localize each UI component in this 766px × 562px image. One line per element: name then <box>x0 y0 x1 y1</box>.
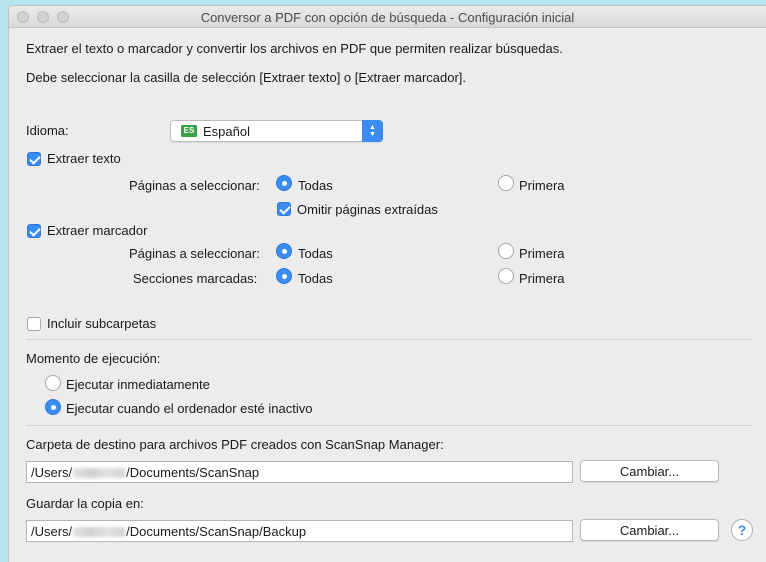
run-when-idle-label: Ejecutar cuando el ordenador esté inacti… <box>66 401 313 416</box>
window-title: Conversor a PDF con opción de búsqueda -… <box>200 10 575 25</box>
language-label: Idioma: <box>26 123 69 138</box>
destination-path-field[interactable]: /Users/ /Documents/ScanSnap <box>26 461 573 483</box>
bookmark-sections-first-radio[interactable] <box>498 268 514 284</box>
bookmark-pages-first-label: Primera <box>519 246 565 261</box>
extract-text-pages-first-radio[interactable] <box>498 175 514 191</box>
intro-line-1: Extraer el texto o marcador y convertir … <box>26 41 563 56</box>
bookmark-sections-first-label: Primera <box>519 271 565 286</box>
redacted-username <box>73 468 126 478</box>
redacted-username <box>73 527 126 537</box>
destination-label: Carpeta de destino para archivos PDF cre… <box>26 437 444 452</box>
bookmark-pages-all-radio[interactable] <box>276 243 292 259</box>
extract-text-pages-all-label: Todas <box>298 178 333 193</box>
run-immediately-radio[interactable] <box>45 375 61 391</box>
extract-bookmark-checkbox[interactable] <box>27 224 41 238</box>
bookmark-sections-all-label: Todas <box>298 271 333 286</box>
include-subfolders-checkbox[interactable] <box>27 317 41 331</box>
destination-change-button[interactable]: Cambiar... <box>580 460 719 482</box>
destination-path-prefix: /Users/ <box>31 465 73 480</box>
backup-label: Guardar la copia en: <box>26 496 144 511</box>
bookmark-pages-first-radio[interactable] <box>498 243 514 259</box>
bookmark-sections-all-radio[interactable] <box>276 268 292 284</box>
backup-path-field[interactable]: /Users/ /Documents/ScanSnap/Backup <box>26 520 573 542</box>
extract-bookmark-label: Extraer marcador <box>47 223 148 238</box>
destination-path-suffix: /Documents/ScanSnap <box>126 465 260 480</box>
separator <box>26 425 752 426</box>
omit-extracted-pages-label: Omitir páginas extraídas <box>297 202 438 217</box>
extract-text-checkbox[interactable] <box>27 152 41 166</box>
extract-text-pages-label: Páginas a seleccionar: <box>129 178 260 193</box>
backup-path-prefix: /Users/ <box>31 524 73 539</box>
run-immediately-label: Ejecutar inmediatamente <box>66 377 210 392</box>
include-subfolders-label: Incluir subcarpetas <box>47 316 157 331</box>
help-icon[interactable]: ? <box>731 519 753 541</box>
title-bar[interactable]: Conversor a PDF con opción de búsqueda -… <box>9 6 766 28</box>
backup-change-button[interactable]: Cambiar... <box>580 519 719 541</box>
run-when-idle-radio[interactable] <box>45 399 61 415</box>
dialog-window: Conversor a PDF con opción de búsqueda -… <box>8 5 766 562</box>
separator <box>26 339 752 340</box>
bookmark-pages-all-label: Todas <box>298 246 333 261</box>
chevron-updown-icon: ▲ ▼ <box>362 120 383 142</box>
language-select[interactable]: ES Español ▲ ▼ <box>170 120 383 142</box>
language-selected-value: Español <box>203 124 250 139</box>
bookmark-sections-label: Secciones marcadas: <box>133 271 258 286</box>
extract-text-pages-all-radio[interactable] <box>276 175 292 191</box>
intro-line-2: Debe seleccionar la casilla de selección… <box>26 70 467 85</box>
timing-label: Momento de ejecución: <box>26 351 161 366</box>
extract-text-pages-first-label: Primera <box>519 178 565 193</box>
omit-extracted-pages-checkbox[interactable] <box>277 202 291 216</box>
bookmark-pages-label: Páginas a seleccionar: <box>129 246 260 261</box>
backup-path-suffix: /Documents/ScanSnap/Backup <box>126 524 307 539</box>
extract-text-label: Extraer texto <box>47 151 121 166</box>
spain-flag-icon: ES <box>181 125 197 137</box>
